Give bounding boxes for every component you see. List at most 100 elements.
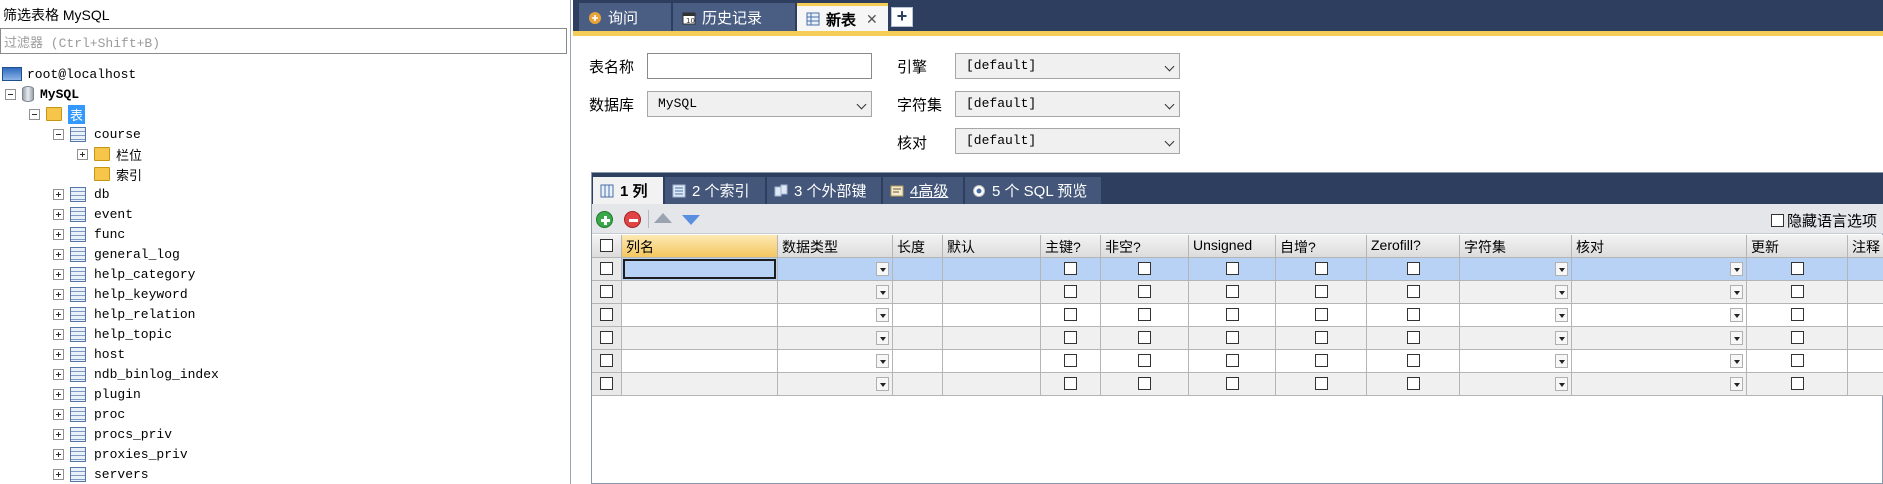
cell-data-type[interactable] (778, 327, 893, 350)
cell-unsigned[interactable] (1189, 373, 1276, 396)
tree-item-table[interactable]: event (53, 204, 133, 224)
collation-select[interactable]: [default] (955, 128, 1180, 154)
collapse-icon[interactable] (53, 128, 64, 140)
column-header-on-update[interactable]: 更新 (1747, 235, 1848, 258)
cell-unsigned[interactable] (1189, 304, 1276, 327)
tree-item-table[interactable]: general_log (53, 244, 180, 264)
column-header-column-name[interactable]: 列名 (622, 235, 778, 258)
cell-collation[interactable] (1572, 304, 1747, 327)
primary-key-checkbox[interactable] (1064, 377, 1077, 390)
tree-item-table[interactable]: servers (53, 464, 149, 484)
tree-item-table[interactable]: proxies_priv (53, 444, 188, 464)
column-header-unsigned[interactable]: Unsigned (1189, 235, 1276, 258)
cell-column-name[interactable] (622, 281, 778, 304)
not-null-checkbox[interactable] (1138, 262, 1151, 275)
dropdown-arrow-icon[interactable] (1730, 377, 1743, 391)
cell-column-name[interactable] (622, 304, 778, 327)
dropdown-arrow-icon[interactable] (1555, 308, 1568, 322)
cell-collation[interactable] (1572, 373, 1747, 396)
dropdown-arrow-icon[interactable] (1730, 262, 1743, 276)
primary-key-checkbox[interactable] (1064, 262, 1077, 275)
tree-item-table[interactable]: help_keyword (53, 284, 188, 304)
tree-item-tables[interactable]: 表 (29, 104, 86, 124)
cell-not-null[interactable] (1101, 327, 1189, 350)
cell-not-null[interactable] (1101, 373, 1189, 396)
expand-icon[interactable] (53, 468, 64, 480)
cell-zerofill[interactable] (1367, 373, 1460, 396)
primary-key-checkbox[interactable] (1064, 354, 1077, 367)
close-icon[interactable]: ✕ (866, 11, 878, 28)
cell-primary-key[interactable] (1041, 304, 1101, 327)
cell-not-null[interactable] (1101, 281, 1189, 304)
hide-language-checkbox[interactable] (1771, 214, 1784, 227)
column-header-data-type[interactable]: 数据类型 (778, 235, 893, 258)
delete-column-button[interactable] (624, 211, 641, 228)
cell-collation[interactable] (1572, 258, 1747, 281)
tab-indexes[interactable]: 2 个索引 (665, 177, 765, 204)
engine-select[interactable]: [default] (955, 53, 1180, 79)
not-null-checkbox[interactable] (1138, 285, 1151, 298)
table-row[interactable] (592, 258, 1883, 281)
cell-charset[interactable] (1460, 258, 1572, 281)
dropdown-arrow-icon[interactable] (876, 354, 889, 368)
cell-data-type[interactable] (778, 281, 893, 304)
cell-default[interactable] (943, 373, 1041, 396)
cell-length[interactable] (893, 258, 943, 281)
dropdown-arrow-icon[interactable] (1555, 262, 1568, 276)
cell-unsigned[interactable] (1189, 327, 1276, 350)
column-header-zerofill[interactable]: Zerofill? (1367, 235, 1460, 258)
cell-comment[interactable] (1848, 304, 1883, 327)
cell-auto-increment[interactable] (1276, 281, 1367, 304)
dropdown-arrow-icon[interactable] (1555, 377, 1568, 391)
cell-data-type[interactable] (778, 350, 893, 373)
tab-history[interactable]: 10 历史记录 (673, 3, 795, 32)
primary-key-checkbox[interactable] (1064, 285, 1077, 298)
not-null-checkbox[interactable] (1138, 331, 1151, 344)
cell-on-update[interactable] (1747, 281, 1848, 304)
cell-primary-key[interactable] (1041, 258, 1101, 281)
not-null-checkbox[interactable] (1138, 354, 1151, 367)
cell-on-update[interactable] (1747, 304, 1848, 327)
tree-item-table[interactable]: proc (53, 404, 125, 424)
cell-select-all[interactable] (592, 258, 622, 281)
zerofill-checkbox[interactable] (1407, 377, 1420, 390)
tree-item-table[interactable]: plugin (53, 384, 141, 404)
move-down-button[interactable] (682, 215, 700, 225)
cell-unsigned[interactable] (1189, 281, 1276, 304)
cell-charset[interactable] (1460, 281, 1572, 304)
cell-auto-increment[interactable] (1276, 350, 1367, 373)
auto-increment-checkbox[interactable] (1315, 354, 1328, 367)
cell-data-type[interactable] (778, 258, 893, 281)
row-select-checkbox[interactable] (600, 331, 613, 344)
cell-not-null[interactable] (1101, 350, 1189, 373)
cell-comment[interactable] (1848, 350, 1883, 373)
cell-default[interactable] (943, 304, 1041, 327)
table-row[interactable] (592, 350, 1883, 373)
cell-data-type[interactable] (778, 304, 893, 327)
cell-zerofill[interactable] (1367, 304, 1460, 327)
not-null-checkbox[interactable] (1138, 308, 1151, 321)
tree-item-table[interactable]: ndb_binlog_index (53, 364, 219, 384)
on-update-checkbox[interactable] (1791, 354, 1804, 367)
dropdown-arrow-icon[interactable] (1730, 354, 1743, 368)
auto-increment-checkbox[interactable] (1315, 308, 1328, 321)
expand-icon[interactable] (53, 388, 64, 400)
cell-default[interactable] (943, 327, 1041, 350)
tree-item-table[interactable]: db (53, 184, 110, 204)
tab-advanced[interactable]: 4高级 (883, 177, 963, 204)
column-header-primary-key[interactable]: 主键? (1041, 235, 1101, 258)
tree-item-server[interactable]: root@localhost (2, 64, 136, 84)
row-select-checkbox[interactable] (600, 377, 613, 390)
cell-column-name[interactable] (622, 327, 778, 350)
unsigned-checkbox[interactable] (1226, 377, 1239, 390)
cell-length[interactable] (893, 304, 943, 327)
cell-length[interactable] (893, 327, 943, 350)
dropdown-arrow-icon[interactable] (1555, 354, 1568, 368)
add-column-button[interactable] (596, 211, 613, 228)
cell-primary-key[interactable] (1041, 373, 1101, 396)
table-row[interactable] (592, 304, 1883, 327)
expand-icon[interactable] (53, 268, 64, 280)
expand-icon[interactable] (53, 208, 64, 220)
cell-on-update[interactable] (1747, 373, 1848, 396)
cell-data-type[interactable] (778, 373, 893, 396)
